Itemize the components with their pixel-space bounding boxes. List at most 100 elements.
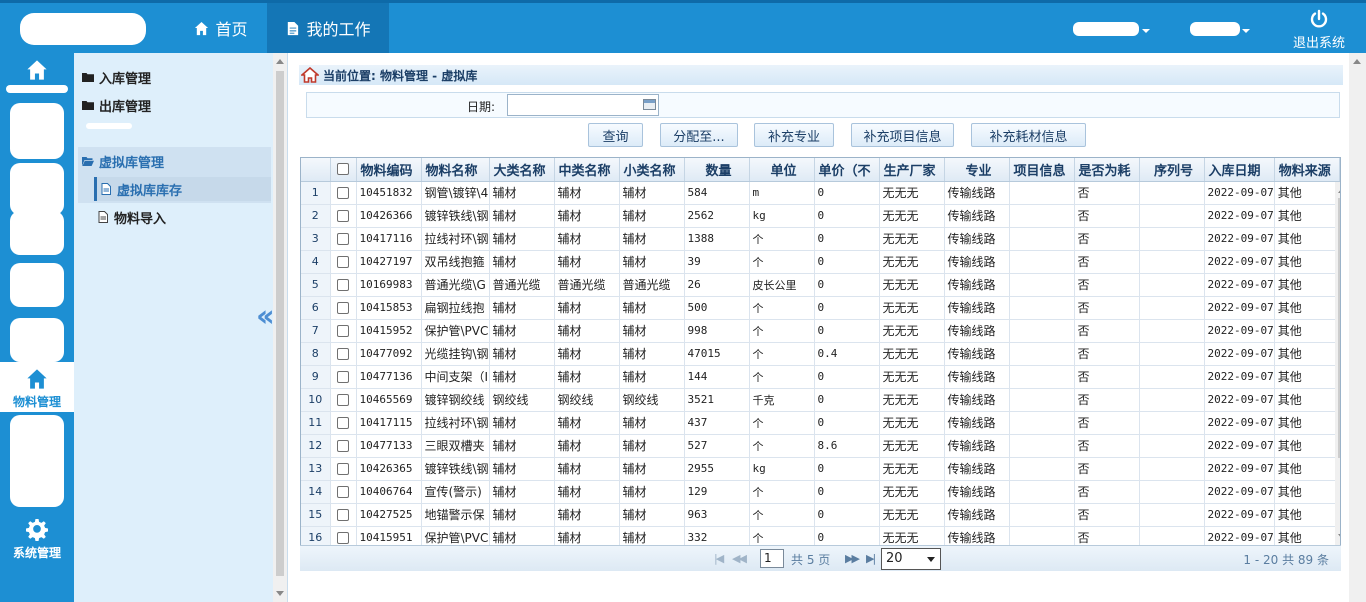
role-menu[interactable] <box>1190 22 1240 36</box>
table-row[interactable]: 8 10477092 光缆挂钩\钢 辅材 辅材 辅材 47015 个 0.4 无无无 传输线路否 20… <box>301 342 1340 366</box>
last-page-icon[interactable]: ▶| <box>866 552 876 565</box>
row-checkbox[interactable] <box>337 187 349 199</box>
table-row[interactable]: 11 10417115 拉线衬环\钢 辅材 辅材 辅材 437 个 0 无无无 传输线路否 2022-… <box>301 411 1340 435</box>
table-cell: 2022-09-07 <box>1204 273 1275 297</box>
column-header[interactable]: 物料编码 <box>356 158 422 182</box>
table-row[interactable]: 1 10451832 钢管\镀锌\4 辅材 辅材 辅材 584 m 0 无无无 传输线路否 2022-… <box>301 181 1340 205</box>
table-scrollbar[interactable] <box>1335 182 1340 545</box>
assign-to-button[interactable]: 分配至... <box>660 123 738 147</box>
rail-item-hidden[interactable] <box>10 211 64 255</box>
add-consumable-info-button[interactable]: 补充耗材信息 <box>971 123 1086 147</box>
menu-item-material-import[interactable]: 物料导入 <box>94 205 271 229</box>
add-specialty-button[interactable]: 补充专业 <box>754 123 834 147</box>
table-cell: 2022-09-07 <box>1204 227 1275 251</box>
table-row[interactable]: 15 10427525 地锚警示保 辅材 辅材 辅材 963 个 0 无无无 传输线路否 2022-0… <box>301 503 1340 527</box>
scroll-up-icon[interactable] <box>1353 59 1361 64</box>
table-row[interactable]: 2 10426366 镀锌铁线\钢 辅材 辅材 辅材 2562 kg 0 无无无 传输线路否 2022… <box>301 204 1340 228</box>
nav-tab-my-work[interactable]: 我的工作 <box>267 3 389 53</box>
page-number-input[interactable]: 1 <box>760 549 784 568</box>
row-checkbox[interactable] <box>337 302 349 314</box>
rail-item-hidden[interactable] <box>10 318 64 362</box>
column-header[interactable]: 物料名称 <box>421 158 490 182</box>
row-checkbox[interactable] <box>337 440 349 452</box>
table-row[interactable]: 14 10406764 宣传(警示) 辅材 辅材 辅材 129 个 0 无无无 传输线路否 2022-… <box>301 480 1340 504</box>
table-row[interactable]: 12 10477133 三眼双槽夹 辅材 辅材 辅材 527 个 8.6 无无无 传输线路否 2022… <box>301 434 1340 458</box>
page-scrollbar[interactable] <box>1349 53 1366 602</box>
user-name-menu[interactable] <box>1073 22 1139 36</box>
table-row[interactable]: 5 10169983 普通光缆\G 普通光缆 普通光缆 普通光缆 26 皮长公里 0 无无无 传输线… <box>301 273 1340 297</box>
table-row[interactable]: 9 10477136 中间支架（I 辅材 辅材 辅材 144 个 0 无无无 传输线路否 2022-0… <box>301 365 1340 389</box>
query-button[interactable]: 查询 <box>588 123 643 147</box>
row-checkbox[interactable] <box>337 233 349 245</box>
row-checkbox[interactable] <box>337 486 349 498</box>
prev-page-icon[interactable]: ◀◀ <box>732 552 747 565</box>
calendar-icon[interactable] <box>643 99 656 110</box>
menu-item-label: 虚拟库管理 <box>99 155 165 171</box>
scroll-down-icon[interactable] <box>1338 534 1340 539</box>
column-header[interactable]: 中类名称 <box>554 158 620 182</box>
column-header[interactable]: 项目信息 <box>1009 158 1075 182</box>
first-page-icon[interactable]: |◀ <box>714 552 724 565</box>
column-header[interactable]: 小类名称 <box>619 158 685 182</box>
row-checkbox[interactable] <box>337 348 349 360</box>
row-checkbox[interactable] <box>337 417 349 429</box>
rail-item-hidden[interactable] <box>6 85 68 93</box>
scroll-up-icon[interactable] <box>276 59 284 64</box>
column-header[interactable]: 专业 <box>944 158 1010 182</box>
row-checkbox[interactable] <box>337 463 349 475</box>
menu-item-virtual-store[interactable]: 虚拟库管理 <box>82 149 164 173</box>
menu-item-outbound[interactable]: 出库管理 <box>82 93 151 117</box>
row-checkbox[interactable] <box>337 279 349 291</box>
add-project-info-button[interactable]: 补充项目信息 <box>851 123 954 147</box>
menu-item-virtual-inventory[interactable]: 虚拟库库存 <box>94 177 271 201</box>
column-header[interactable]: 数量 <box>684 158 750 182</box>
scrollbar-thumb[interactable] <box>1338 198 1340 458</box>
menu-item-hidden[interactable] <box>86 123 132 129</box>
select-all-checkbox[interactable] <box>337 163 349 176</box>
table-row[interactable]: 7 10415952 保护管\PVC 辅材 辅材 辅材 998 个 0 无无无 传输线路否 2022-… <box>301 319 1340 343</box>
table-row[interactable]: 3 10417116 拉线衬环\钢 辅材 辅材 辅材 1388 个 0 无无无 传输线路否 2022-… <box>301 227 1340 251</box>
row-checkbox[interactable] <box>337 509 349 521</box>
column-header[interactable]: 序列号 <box>1139 158 1205 182</box>
page-size-select[interactable]: 20 <box>881 548 941 570</box>
table-row[interactable]: 4 10427197 双吊线抱箍 辅材 辅材 辅材 39 个 0 无无无 传输线路否 2022-09-… <box>301 250 1340 274</box>
column-header[interactable]: 单位 <box>749 158 815 182</box>
row-checkbox[interactable] <box>337 256 349 268</box>
scroll-down-icon[interactable] <box>276 591 284 596</box>
table-row[interactable]: 13 10426365 镀锌铁线\钢 辅材 辅材 辅材 2955 kg 0 无无无 传输线路否 202… <box>301 457 1340 481</box>
logout-button[interactable]: 退出系统 <box>1284 7 1354 53</box>
rail-item-home[interactable] <box>0 59 74 99</box>
nav-tab-home[interactable]: 首页 <box>175 3 267 53</box>
table-cell: 2022-09-07 <box>1204 342 1275 366</box>
row-checkbox[interactable] <box>337 325 349 337</box>
collapse-sidebar-icon[interactable]: ‹‹ <box>256 299 275 334</box>
table-row[interactable]: 10 10465569 镀锌钢绞线 钢绞线 钢绞线 钢绞线 3521 千克 0 无无无 传输线路否 2… <box>301 388 1340 412</box>
column-header[interactable]: 生产厂家 <box>879 158 945 182</box>
table-cell: 否 <box>1074 342 1140 366</box>
column-header[interactable]: 大类名称 <box>489 158 555 182</box>
column-header[interactable]: 入库日期 <box>1204 158 1275 182</box>
row-checkbox[interactable] <box>337 532 349 544</box>
date-field[interactable] <box>507 94 659 116</box>
rail-item-material-management[interactable]: 物料管理 <box>0 362 74 412</box>
table-row[interactable]: 6 10415853 扁钢拉线抱 辅材 辅材 辅材 500 个 0 无无无 传输线路否 2022-09… <box>301 296 1340 320</box>
table-cell: 10451832 <box>356 181 422 205</box>
row-checkbox[interactable] <box>337 371 349 383</box>
rail-item-system-management[interactable]: 系统管理 <box>0 519 74 565</box>
column-header[interactable]: 物料来源 <box>1274 158 1340 182</box>
rail-item-hidden[interactable] <box>10 415 64 507</box>
scrollbar-thumb[interactable] <box>276 71 284 576</box>
row-checkbox[interactable] <box>337 394 349 406</box>
rail-item-hidden[interactable] <box>10 103 64 159</box>
column-header[interactable]: 是否为耗 <box>1074 158 1140 182</box>
sidebar-scrollbar[interactable] <box>273 53 287 602</box>
next-page-icon[interactable]: ▶▶ <box>845 552 860 565</box>
row-checkbox[interactable] <box>337 210 349 222</box>
column-header[interactable]: 单价（不 <box>814 158 880 182</box>
table-cell: 0 <box>814 227 880 251</box>
rail-item-hidden[interactable] <box>10 163 64 215</box>
scroll-up-icon[interactable] <box>1338 188 1340 193</box>
table-cell: 镀锌钢绞线 <box>421 388 490 412</box>
menu-item-inbound[interactable]: 入库管理 <box>82 65 151 89</box>
rail-item-hidden[interactable] <box>10 263 64 307</box>
